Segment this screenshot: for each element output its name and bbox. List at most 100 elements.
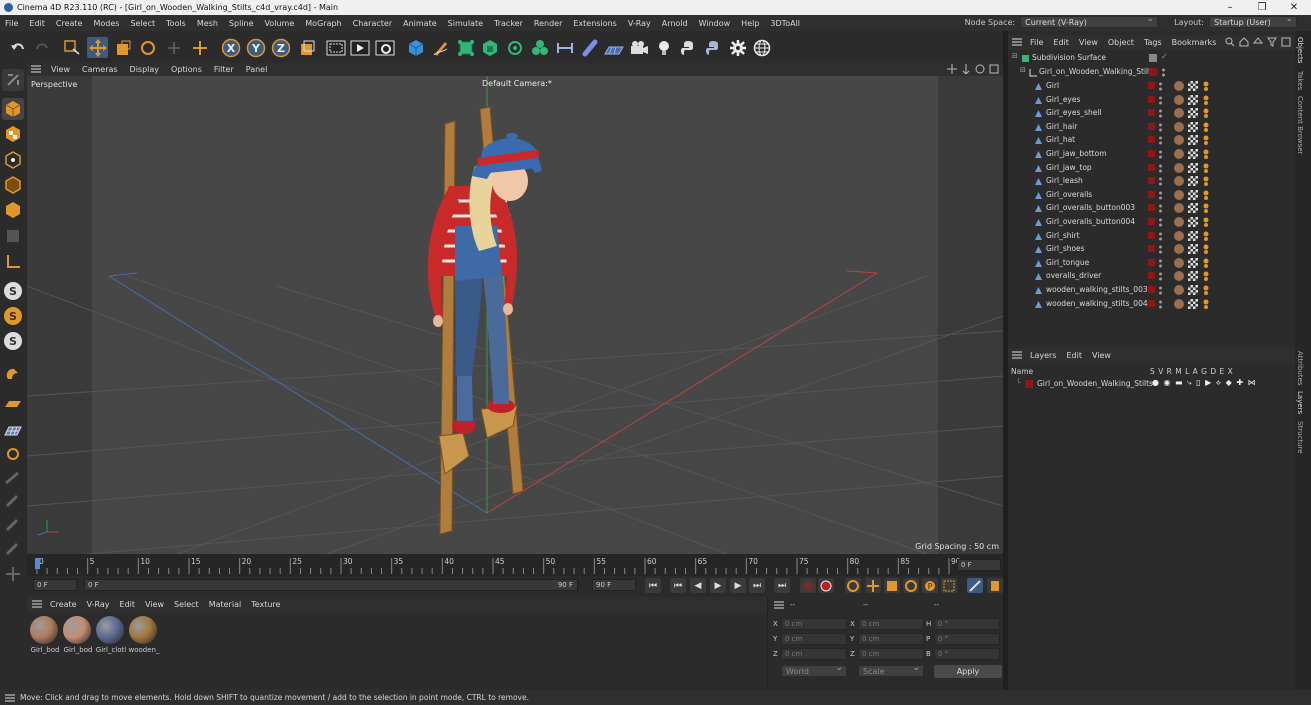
render-view-icon[interactable]	[349, 37, 370, 58]
soft-selection-icon[interactable]	[2, 467, 24, 489]
coords-menu-icon[interactable]	[774, 601, 784, 611]
collapse-icon[interactable]: ⊟	[1020, 66, 1028, 75]
material-tag-icon[interactable]	[1174, 271, 1184, 282]
polygons-mode-icon[interactable]	[2, 199, 24, 221]
visibility-dots[interactable]	[1158, 232, 1163, 241]
menu-help[interactable]: Help	[736, 19, 765, 28]
vray-tag-icon[interactable]	[1202, 190, 1210, 200]
3d-viewport[interactable]: Perspective Default Camera:* Grid Spacin…	[27, 76, 1003, 554]
texture-tag-icon[interactable]	[1188, 257, 1198, 268]
floor-icon[interactable]	[603, 37, 624, 58]
layer-menu-icon[interactable]	[1012, 351, 1022, 361]
current-frame-field[interactable]: 0 F	[957, 559, 1001, 571]
menu-vray[interactable]: V-Ray	[623, 19, 657, 28]
goto-start-button[interactable]: ⏮	[645, 578, 661, 593]
tab-attributes[interactable]: Attributes	[1296, 351, 1304, 386]
move-icon[interactable]	[87, 37, 108, 58]
tree-row-object[interactable]: Girl_hat	[1008, 134, 1295, 147]
play-button[interactable]: ▶	[710, 578, 726, 593]
tree-row-object[interactable]: Girl_overalls_button004	[1008, 216, 1295, 229]
material-menu-material[interactable]: Material	[204, 600, 247, 609]
menu-arnold[interactable]: Arnold	[657, 19, 694, 28]
menu-tools[interactable]: Tools	[161, 19, 192, 28]
apply-button[interactable]: Apply	[934, 665, 1002, 678]
menu-character[interactable]: Character	[348, 19, 399, 28]
tree-row-object[interactable]: Girl_leash	[1008, 175, 1295, 188]
layer-color-swatch[interactable]	[1149, 68, 1157, 76]
texture-tag-icon[interactable]	[1188, 149, 1198, 159]
visibility-dots[interactable]	[1158, 300, 1163, 309]
material-swatch[interactable]: Girl_bod	[62, 616, 92, 660]
texture-tag-icon[interactable]	[1188, 162, 1198, 173]
menu-tracker[interactable]: Tracker	[489, 19, 529, 28]
material-swatch[interactable]: Girl_clotl	[95, 616, 126, 660]
end-frame-field[interactable]: 90 F	[592, 579, 636, 591]
object-menu-object[interactable]: Object	[1103, 38, 1139, 47]
layer-color-swatch[interactable]	[1148, 177, 1155, 185]
tab-objects[interactable]: Objects	[1296, 37, 1304, 63]
gear-icon[interactable]	[727, 37, 748, 58]
vray-tag-icon[interactable]	[1202, 258, 1210, 268]
status-menu-icon[interactable]	[5, 694, 15, 702]
vray-tag-icon[interactable]	[1202, 135, 1210, 146]
material-tag-icon[interactable]	[1174, 81, 1184, 91]
texture-tag-icon[interactable]	[1188, 121, 1198, 132]
viewport-menu-options[interactable]: Options	[165, 65, 208, 74]
texture-tag-icon[interactable]	[1188, 94, 1198, 105]
menu-simulate[interactable]: Simulate	[443, 19, 489, 28]
prev-frame-button[interactable]: ◀	[690, 578, 706, 593]
deformer-icon[interactable]	[579, 37, 600, 58]
key-rotation-icon[interactable]	[903, 578, 919, 593]
menu-extensions[interactable]: Extensions	[568, 19, 622, 28]
visibility-dots[interactable]	[1158, 96, 1163, 105]
node-space-dropdown[interactable]: Current (V-Ray)	[1020, 14, 1159, 28]
visibility-dots[interactable]	[1158, 82, 1163, 91]
material-menu-select[interactable]: Select	[169, 600, 204, 609]
layer-color-swatch[interactable]	[1148, 136, 1155, 144]
timeline-layout-icon[interactable]	[987, 578, 1003, 593]
rotate-icon[interactable]	[137, 37, 158, 58]
size-y-field[interactable]: 0 cm	[858, 633, 924, 645]
tree-row-object[interactable]: Girl_eyes	[1008, 94, 1295, 107]
key-selection-icon[interactable]	[845, 578, 861, 593]
material-tag-icon[interactable]	[1174, 285, 1184, 295]
tab-content-browser[interactable]: Content Browser	[1296, 96, 1304, 154]
pos-x-field[interactable]: 0 cm	[781, 618, 847, 630]
scale-icon[interactable]	[112, 37, 133, 58]
vray-tag-icon[interactable]	[1202, 244, 1210, 255]
material-tag-icon[interactable]	[1174, 298, 1184, 309]
visibility-dots[interactable]	[1158, 109, 1163, 118]
layer-flag-icons[interactable]: ● ◉ ▬ ⤷ ▯ ▶ ⟡ ◆ ✚ ⋈	[1152, 378, 1257, 388]
layer-menu-view[interactable]: View	[1087, 351, 1116, 360]
quantize-icon[interactable]	[2, 443, 24, 465]
menu-mesh[interactable]: Mesh	[192, 19, 224, 28]
viewport-rotate-icon[interactable]	[975, 64, 985, 74]
tree-row-object[interactable]: Girl_eyes_shell	[1008, 107, 1295, 120]
vray-tag-icon[interactable]	[1202, 299, 1210, 309]
edges-mode-icon[interactable]	[2, 174, 24, 196]
y-axis-icon[interactable]: Y	[245, 37, 266, 58]
points-mode-icon[interactable]	[2, 149, 24, 171]
cube-icon[interactable]	[405, 37, 426, 58]
layer-color-swatch[interactable]	[1148, 109, 1155, 117]
material-tag-icon[interactable]	[1174, 217, 1184, 227]
menu-file[interactable]: File	[0, 19, 24, 28]
vray-tag-icon[interactable]	[1202, 108, 1210, 119]
object-menu-view[interactable]: View	[1074, 38, 1103, 47]
next-frame-button[interactable]: ▶	[730, 578, 746, 593]
texture-tag-icon[interactable]	[1188, 81, 1198, 91]
vray-tag-icon[interactable]	[1202, 271, 1210, 282]
python2-icon[interactable]	[702, 37, 723, 58]
visibility-dots[interactable]	[1161, 68, 1166, 77]
grid-icon[interactable]	[2, 419, 24, 441]
vray-tag-icon[interactable]	[1202, 163, 1210, 173]
viewport-menu-display[interactable]: Display	[124, 65, 166, 74]
menu-volume[interactable]: Volume	[260, 19, 301, 28]
size-mode-dropdown[interactable]: Scale	[858, 663, 924, 677]
vray-tag-icon[interactable]	[1202, 122, 1210, 132]
enabled-check-icon[interactable]: ✓	[1161, 52, 1168, 61]
key-param-icon[interactable]: P	[922, 578, 938, 593]
tree-row-object[interactable]: Girl	[1008, 80, 1295, 93]
menu-select[interactable]: Select	[125, 19, 161, 28]
visibility-dots[interactable]	[1158, 191, 1163, 200]
